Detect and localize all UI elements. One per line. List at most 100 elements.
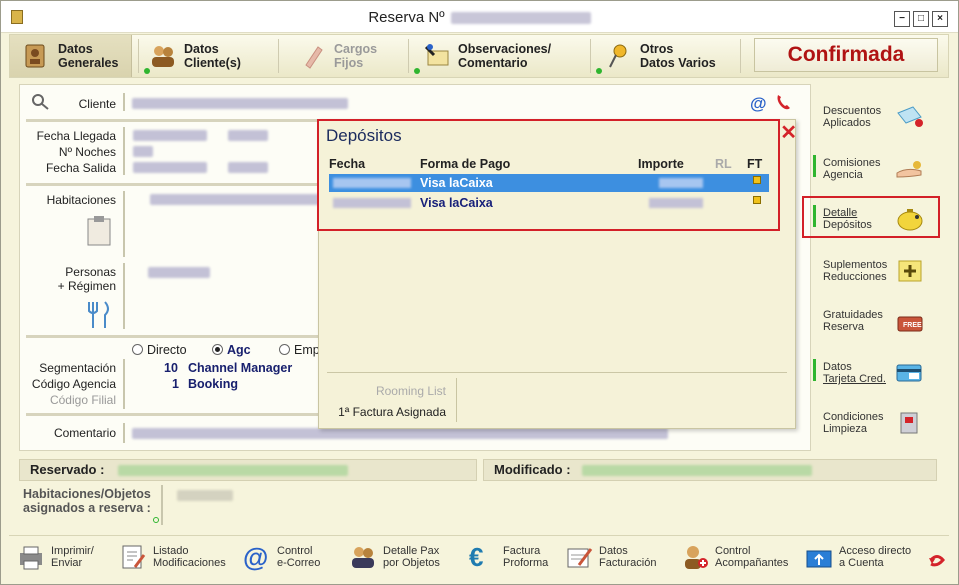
assigned-objects: Habitaciones/Objetos asignados a reserva… xyxy=(19,485,811,529)
fecha-llegada-redacted xyxy=(133,130,207,141)
main-toolbar: Datos Generales Datos Cliente(s) Cargos Fij… xyxy=(9,34,949,78)
tab-otros-datos[interactable]: Otros Datos Varios xyxy=(596,35,736,77)
reservation-number-redacted xyxy=(450,12,591,25)
factura-asignada-label: 1ª Factura Asignada xyxy=(338,405,446,419)
personas-label: Personas xyxy=(65,265,116,279)
codigo-filial-label: Código Filial xyxy=(49,393,116,407)
tag-discount-icon xyxy=(895,103,925,131)
euro-icon: € xyxy=(469,542,484,572)
segmentacion-label: Segmentación xyxy=(39,361,116,375)
pen-icon xyxy=(298,41,328,71)
minimize-button[interactable]: − xyxy=(894,11,910,27)
title-bar: Reserva Nº − □ × xyxy=(1,1,958,33)
weekday-redacted xyxy=(228,162,268,173)
cutlery-icon[interactable] xyxy=(84,299,114,334)
footer-toolbar: Imprimir/Enviar Listado Modificaciones @ … xyxy=(9,535,949,579)
undo-icon[interactable] xyxy=(927,552,945,571)
reservado-box: Reservado : xyxy=(19,459,477,481)
person-card-icon xyxy=(22,41,52,71)
regimen-label: + Régimen xyxy=(57,279,116,293)
svg-text:FREE: FREE xyxy=(903,322,922,329)
reservation-window: Reserva Nº − □ × Datos Generales Datos Cli… xyxy=(0,0,959,585)
detalle-pax-button[interactable]: Detalle Pax por Objetos xyxy=(349,540,440,574)
close-icon[interactable]: ✕ xyxy=(780,120,797,145)
personas-redacted xyxy=(148,267,210,278)
cleaning-cart-icon xyxy=(895,409,925,437)
segmentacion-code: 10 xyxy=(164,361,178,375)
email-icon[interactable]: @ xyxy=(750,94,767,114)
status-dot xyxy=(596,68,602,74)
tab-cargos-fijos[interactable]: Cargos Fijos xyxy=(284,35,404,77)
maximize-button[interactable]: □ xyxy=(913,11,929,27)
rooming-list-label[interactable]: Rooming List xyxy=(376,384,446,398)
imprimir-button[interactable]: Imprimir/Enviar xyxy=(17,540,94,574)
cliente-label: Cliente xyxy=(78,97,116,111)
invoice-icon xyxy=(565,543,593,571)
codigo-agencia-code: 1 xyxy=(172,377,179,391)
free-tag-icon: FREE xyxy=(895,307,925,335)
reservado-label: Reservado : xyxy=(30,462,105,477)
codigo-agencia-label: Código Agencia xyxy=(31,377,116,391)
rooming-section: Rooming List 1ª Factura Asignada xyxy=(327,378,457,422)
status-dot xyxy=(414,68,420,74)
depositos-highlight xyxy=(317,119,780,231)
document-edit-icon xyxy=(119,543,147,571)
reservado-redacted xyxy=(118,465,348,476)
cliente-value-redacted xyxy=(132,98,348,109)
hand-coin-icon xyxy=(895,155,925,183)
modificado-label: Modificado : xyxy=(494,462,571,477)
credit-card-icon xyxy=(895,359,925,387)
pushpin-icon xyxy=(604,41,634,71)
control-acompanantes-button[interactable]: Control Acompañantes xyxy=(681,540,788,574)
people-icon xyxy=(148,41,178,71)
status-dot xyxy=(153,517,159,523)
reservation-status-badge: Confirmada xyxy=(754,38,938,72)
listado-modificaciones-button[interactable]: Listado Modificaciones xyxy=(119,540,226,574)
window-title: Reserva Nº xyxy=(1,9,958,26)
factura-proforma-button[interactable]: € Factura Proforma xyxy=(469,540,548,574)
habitaciones-redacted xyxy=(150,194,320,205)
tab-observaciones[interactable]: Observaciones/Comentario xyxy=(414,35,586,77)
radio-directo[interactable]: Directo xyxy=(132,343,187,357)
sidebar-item-gratuidades[interactable]: Gratuidades Reserva FREE xyxy=(813,301,937,349)
radio-emp[interactable]: Emp xyxy=(279,343,320,357)
notes-icon xyxy=(422,41,452,71)
tab-datos-clientes[interactable]: Datos Cliente(s) xyxy=(144,35,274,77)
fecha-salida-label: Fecha Salida xyxy=(45,161,116,175)
printer-icon xyxy=(17,543,45,571)
sidebar-item-suplementos[interactable]: Suplementos Reducciones xyxy=(813,251,937,299)
assigned-room-redacted[interactable] xyxy=(177,490,233,501)
acceso-cuenta-button[interactable]: Acceso directo a Cuenta xyxy=(805,540,911,574)
datos-facturacion-button[interactable]: Datos Facturación xyxy=(565,540,656,574)
sidebar-item-tarjeta[interactable]: Datos Tarjeta Cred. xyxy=(813,353,937,401)
at-sign-icon: @ xyxy=(243,542,269,572)
comentario-redacted xyxy=(132,428,668,439)
folder-arrow-icon xyxy=(805,543,833,571)
weekday-redacted xyxy=(228,130,268,141)
fecha-llegada-label: Fecha Llegada xyxy=(36,129,116,143)
sidebar-item-descuentos[interactable]: Descuentos Aplicados xyxy=(813,97,937,145)
detalle-depositos-highlight xyxy=(802,196,940,238)
segmentacion-value[interactable]: Channel Manager xyxy=(188,361,292,375)
people-icon xyxy=(349,543,377,571)
assigned-label-line2: asignados a reserva : xyxy=(23,501,151,515)
search-icon[interactable] xyxy=(30,93,50,114)
close-window-button[interactable]: × xyxy=(932,11,948,27)
control-ecorreo-button[interactable]: @ Control e-Correo xyxy=(243,540,320,574)
modificado-box: Modificado : xyxy=(483,459,937,481)
tab-datos-generales[interactable]: Datos Generales xyxy=(10,35,132,77)
phone-icon[interactable] xyxy=(774,93,792,114)
habitaciones-label: Habitaciones xyxy=(46,193,116,207)
sidebar-item-limpieza[interactable]: Condiciones Limpieza xyxy=(813,403,937,451)
person-add-icon xyxy=(681,543,709,571)
codigo-agencia-value[interactable]: Booking xyxy=(188,377,238,391)
clipboard-icon[interactable] xyxy=(84,215,114,250)
radio-agc[interactable]: Agc xyxy=(212,343,251,357)
modificado-redacted xyxy=(582,465,812,476)
noches-label: Nº Noches xyxy=(58,145,116,159)
sticky-note-plus-icon xyxy=(895,257,925,285)
sidebar-item-comisiones[interactable]: Comisiones Agencia xyxy=(813,149,937,197)
comentario-label: Comentario xyxy=(53,426,116,440)
fecha-salida-redacted xyxy=(133,162,207,173)
noches-redacted xyxy=(133,146,153,157)
